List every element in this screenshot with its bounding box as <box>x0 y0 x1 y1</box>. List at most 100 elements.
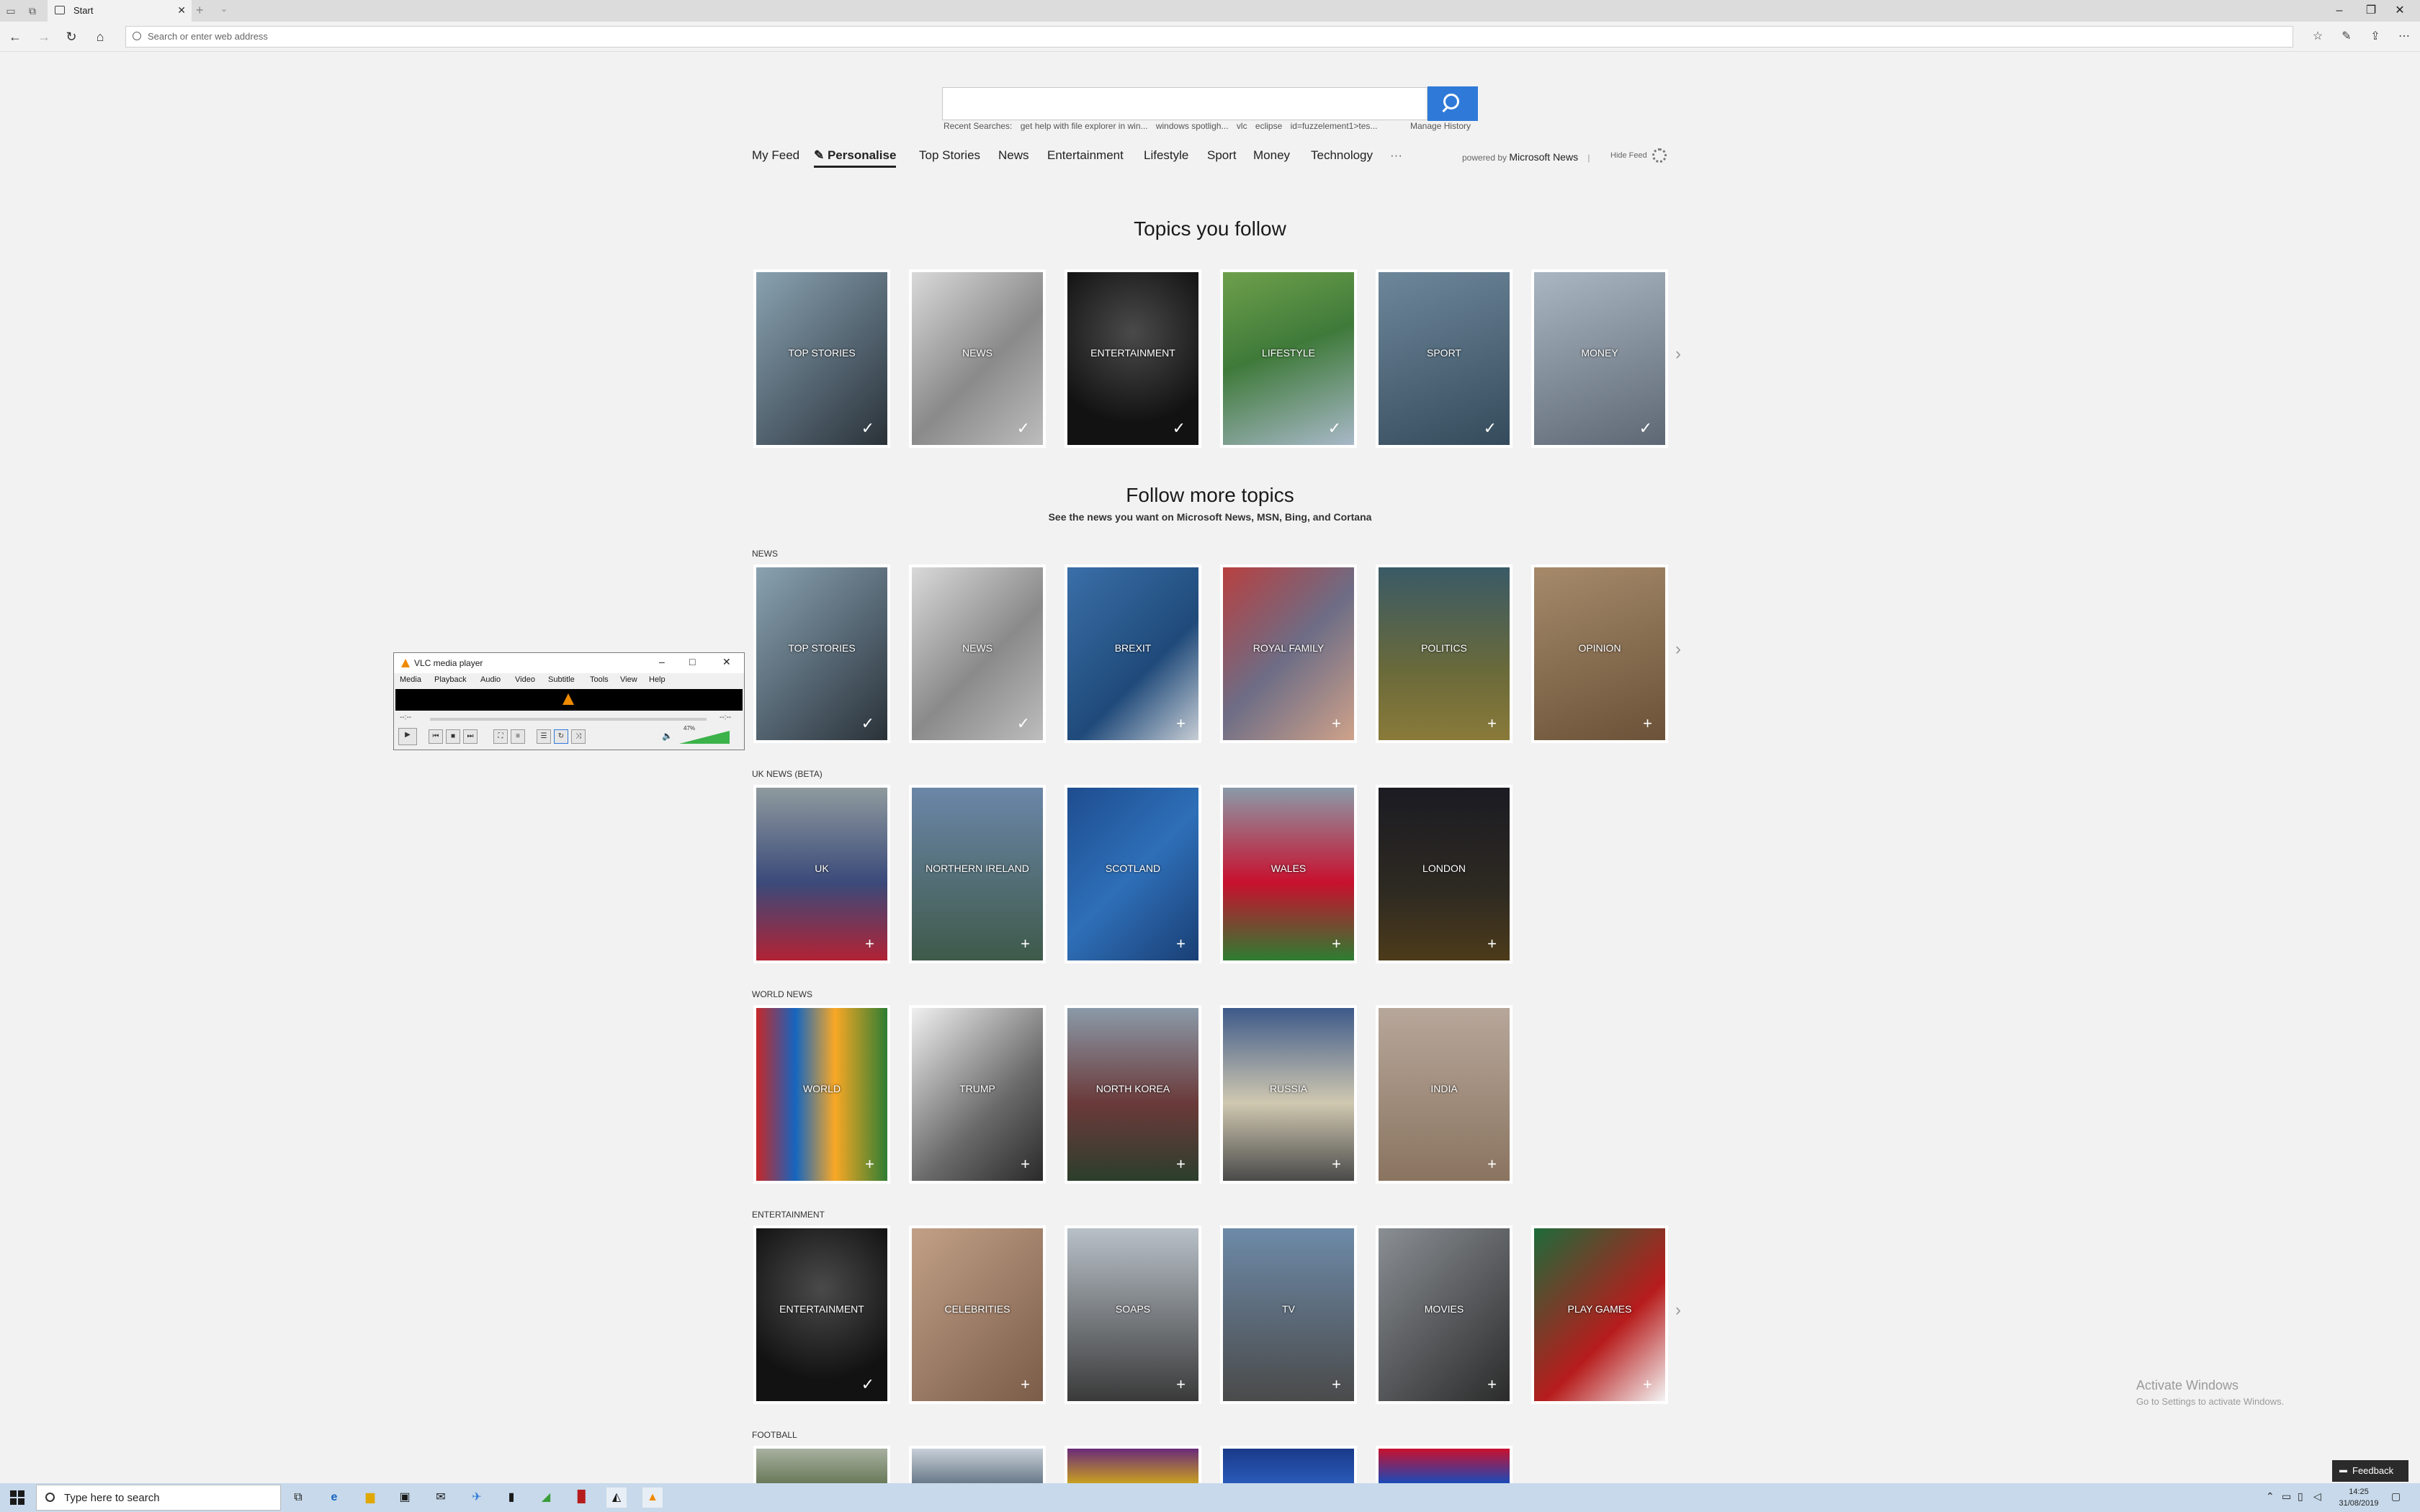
vlc-video-area[interactable] <box>395 689 743 711</box>
topic-tile-lifestyle[interactable]: LIFESTYLE ✓ <box>1220 269 1357 448</box>
new-tab-button[interactable]: + <box>196 3 204 18</box>
tab-news[interactable]: News <box>998 148 1029 163</box>
topic-tile-movies[interactable]: MOVIES + <box>1376 1225 1512 1404</box>
more-tabs-button[interactable]: ··· <box>1390 148 1402 163</box>
forward-icon[interactable]: → <box>35 27 53 46</box>
search-button[interactable] <box>1428 86 1478 121</box>
vlc-menu-subtitle[interactable]: Subtitle <box>548 675 575 684</box>
start-windows-icon[interactable] <box>10 1490 24 1505</box>
feedback-button[interactable]: ▬ Feedback <box>2332 1460 2408 1482</box>
vlc-taskbar-icon[interactable]: ▲ <box>642 1488 663 1508</box>
vlc-previous-icon[interactable]: ⏮ <box>429 729 443 744</box>
favorites-icon[interactable]: ☆ <box>2309 29 2326 46</box>
follow-plus-icon[interactable]: + <box>1021 1156 1030 1172</box>
topic-tile-soaps[interactable]: SOAPS + <box>1065 1225 1201 1404</box>
task-view-icon[interactable]: ⧉ <box>288 1488 308 1508</box>
topic-tile-top-stories[interactable]: TOP STORIES ✓ <box>753 564 890 743</box>
app-icon[interactable]: ◢ <box>536 1488 556 1508</box>
topic-tile-celebrities[interactable]: CELEBRITIES + <box>909 1225 1046 1404</box>
topic-tile-trump[interactable]: TRUMP + <box>909 1005 1046 1184</box>
mail-icon[interactable]: ✉ <box>431 1488 451 1508</box>
set-tabs-aside-icon[interactable]: ⧉ <box>24 3 40 19</box>
topic-tile-london[interactable]: LONDON + <box>1376 785 1512 963</box>
tab-top-stories[interactable]: Top Stories <box>919 148 980 163</box>
home-icon[interactable]: ⌂ <box>91 27 109 46</box>
topic-tile-entertainment[interactable]: ENTERTAINMENT ✓ <box>753 1225 890 1404</box>
followed-check-icon[interactable]: ✓ <box>1017 716 1030 732</box>
topic-tile-top-stories[interactable]: TOP STORIES ✓ <box>753 269 890 448</box>
topic-tile-brexit[interactable]: BREXIT + <box>1065 564 1201 743</box>
vlc-maximize-button[interactable]: □ <box>689 656 695 667</box>
topic-tile-football[interactable] <box>909 1446 1046 1483</box>
tab-entertainment[interactable]: Entertainment <box>1047 148 1124 163</box>
taskbar-search-input[interactable]: Type here to search <box>36 1485 281 1511</box>
network-icon[interactable]: ▭ <box>2282 1490 2291 1503</box>
recent-search-item[interactable]: windows spotligh... <box>1156 121 1229 131</box>
topic-tile-world[interactable]: WORLD + <box>753 1005 890 1184</box>
follow-plus-icon[interactable]: + <box>1021 936 1030 952</box>
topic-tile-sport[interactable]: SPORT ✓ <box>1376 269 1512 448</box>
vlc-fullscreen-icon[interactable]: ⛶ <box>493 729 508 744</box>
vlc-speaker-icon[interactable]: 🔈 <box>662 731 673 741</box>
follow-plus-icon[interactable]: + <box>1487 716 1497 732</box>
tab-sport[interactable]: Sport <box>1207 148 1237 163</box>
vlc-next-icon[interactable]: ⏭ <box>463 729 478 744</box>
tab-my-feed[interactable]: My Feed <box>752 148 799 163</box>
address-bar[interactable]: Search or enter web address <box>125 26 2293 48</box>
follow-plus-icon[interactable]: + <box>1487 1377 1497 1392</box>
edge-browser-icon[interactable]: e <box>324 1488 344 1508</box>
tab-preview-toggle[interactable]: ⌄ <box>220 4 228 14</box>
followed-check-icon[interactable]: ✓ <box>1017 420 1030 436</box>
follow-plus-icon[interactable]: + <box>1332 716 1341 732</box>
vlc-menu-view[interactable]: View <box>620 675 637 684</box>
topic-tile-tv[interactable]: TV + <box>1220 1225 1357 1404</box>
tab-close-icon[interactable]: ✕ <box>177 4 186 17</box>
app-icon[interactable]: ◭ <box>606 1488 627 1508</box>
vlc-title-bar[interactable]: VLC media player – □ ✕ <box>394 653 744 673</box>
vlc-stop-icon[interactable]: ■ <box>446 729 460 744</box>
topic-tile-football[interactable] <box>1376 1446 1512 1483</box>
topic-tile-scotland[interactable]: SCOTLAND + <box>1065 785 1201 963</box>
follow-plus-icon[interactable]: + <box>1332 1156 1341 1172</box>
vlc-playlist-icon[interactable]: ☰ <box>537 729 551 744</box>
web-search-input[interactable] <box>942 87 1428 120</box>
share-icon[interactable]: ⇪ <box>2367 29 2384 46</box>
topic-tile-uk[interactable]: UK + <box>753 785 890 963</box>
follow-plus-icon[interactable]: + <box>1332 936 1341 952</box>
back-icon[interactable]: ← <box>6 27 24 46</box>
follow-plus-icon[interactable]: + <box>1176 716 1186 732</box>
file-explorer-icon[interactable]: ▆ <box>360 1488 380 1508</box>
follow-plus-icon[interactable]: + <box>1176 1156 1186 1172</box>
topic-tile-football[interactable] <box>1220 1446 1357 1483</box>
vlc-menu-help[interactable]: Help <box>649 675 666 684</box>
recent-search-item[interactable]: get help with file explorer in win... <box>1021 121 1148 131</box>
battery-icon[interactable]: ▯ <box>2298 1490 2303 1503</box>
terminal-icon[interactable]: ▮ <box>501 1488 521 1508</box>
hide-feed-button[interactable]: Hide Feed <box>1610 151 1647 160</box>
vlc-window[interactable]: VLC media player – □ ✕ Media Playback Au… <box>393 652 745 750</box>
vlc-close-button[interactable]: ✕ <box>722 656 731 668</box>
recent-search-item[interactable]: vlc <box>1237 121 1247 131</box>
vlc-loop-icon[interactable]: ↻ <box>554 729 568 744</box>
follow-plus-icon[interactable]: + <box>1643 716 1652 732</box>
vlc-minimize-button[interactable]: – <box>659 656 665 667</box>
settings-gear-icon[interactable] <box>1652 148 1667 163</box>
follow-plus-icon[interactable]: + <box>1176 936 1186 952</box>
follow-plus-icon[interactable]: + <box>865 1156 874 1172</box>
next-arrow-icon[interactable]: › <box>1675 639 1681 660</box>
followed-check-icon[interactable]: ✓ <box>1328 420 1341 436</box>
action-center-icon[interactable]: ▢ <box>2391 1490 2401 1503</box>
topic-tile-india[interactable]: INDIA + <box>1376 1005 1512 1184</box>
follow-plus-icon[interactable]: + <box>1643 1377 1652 1392</box>
tab-lifestyle[interactable]: Lifestyle <box>1144 148 1188 163</box>
vlc-menu-video[interactable]: Video <box>515 675 535 684</box>
notes-icon[interactable]: ✎ <box>2338 29 2355 46</box>
app-icon[interactable]: ✈ <box>467 1488 487 1508</box>
vlc-menu-playback[interactable]: Playback <box>434 675 467 684</box>
topic-tile-news[interactable]: NEWS ✓ <box>909 269 1046 448</box>
recent-search-item[interactable]: id=fuzzelement1>tes... <box>1291 121 1378 131</box>
topic-tile-politics[interactable]: POLITICS + <box>1376 564 1512 743</box>
followed-check-icon[interactable]: ✓ <box>1173 420 1186 436</box>
followed-check-icon[interactable]: ✓ <box>1484 420 1497 436</box>
vlc-play-icon[interactable]: ▶ <box>398 728 417 745</box>
